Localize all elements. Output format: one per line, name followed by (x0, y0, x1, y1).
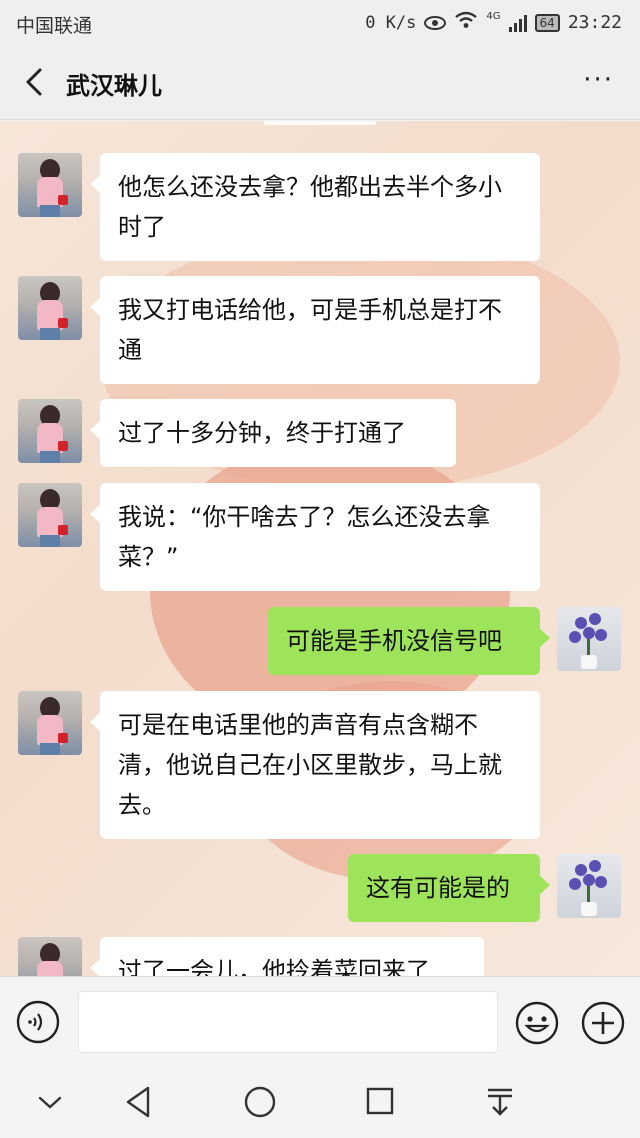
girl-avatar[interactable] (18, 399, 82, 463)
network-speed: 0 K/s (365, 12, 417, 33)
clock: 23:22 (567, 12, 622, 33)
flower-avatar[interactable] (557, 854, 621, 918)
plus-icon[interactable] (580, 1000, 626, 1046)
network-type: 4G (486, 11, 501, 22)
message-bubble-received[interactable]: 过了一会儿，他拎着菜回来了 (90, 937, 484, 976)
girl-avatar[interactable] (18, 483, 82, 547)
flower-avatar[interactable] (557, 607, 621, 671)
girl-avatar[interactable] (18, 691, 82, 755)
message-bubble-received[interactable]: 我又打电话给他，可是手机总是打不通 (90, 276, 540, 384)
scroll-hint (264, 121, 376, 125)
notification-pull-icon[interactable] (480, 1084, 520, 1120)
eye-comfort-icon (424, 15, 447, 30)
voice-icon[interactable] (16, 1000, 60, 1044)
girl-avatar[interactable] (18, 276, 82, 340)
message-input[interactable] (78, 991, 498, 1053)
girl-avatar[interactable] (18, 153, 82, 217)
girl-avatar[interactable] (18, 937, 82, 976)
chevron-left-icon[interactable] (18, 64, 54, 100)
chevron-down-icon[interactable] (30, 1084, 70, 1120)
battery-icon: 64 (534, 13, 560, 32)
message-bubble-received[interactable]: 过了十多分钟，终于打通了 (90, 399, 456, 467)
recents-square-icon[interactable] (360, 1084, 400, 1120)
chat-title: 武汉琳儿 (66, 72, 162, 100)
status-bar: 中国联通 0 K/s 4G 64 23:22 (0, 0, 640, 44)
message-bubble-received[interactable]: 可是在电话里他的声音有点含糊不清，他说自己在小区里散步，马上就去。 (90, 691, 540, 839)
message-bubble-sent[interactable]: 可能是手机没信号吧 (268, 607, 550, 675)
message-bubble-received[interactable]: 我说：“你干啥去了？怎么还没去拿菜？” (90, 483, 540, 591)
message-bubble-sent[interactable]: 这有可能是的 (348, 854, 550, 922)
carrier-name: 中国联通 (16, 15, 93, 37)
more-options-icon[interactable]: ··· (583, 67, 614, 93)
emoji-icon[interactable] (514, 1000, 560, 1046)
chat-header: 武汉琳儿 ··· (0, 44, 640, 120)
signal-icon (508, 14, 527, 32)
message-bubble-received[interactable]: 他怎么还没去拿？他都出去半个多小时了 (90, 153, 540, 261)
input-bar (0, 976, 640, 1064)
back-triangle-icon[interactable] (120, 1084, 160, 1120)
home-circle-icon[interactable] (240, 1084, 280, 1120)
wifi-icon (454, 11, 478, 34)
chat-area[interactable]: 他怎么还没去拿？他都出去半个多小时了 我又打电话给他，可是手机总是打不通 过了十… (0, 121, 640, 976)
system-nav-bar (0, 1064, 640, 1138)
